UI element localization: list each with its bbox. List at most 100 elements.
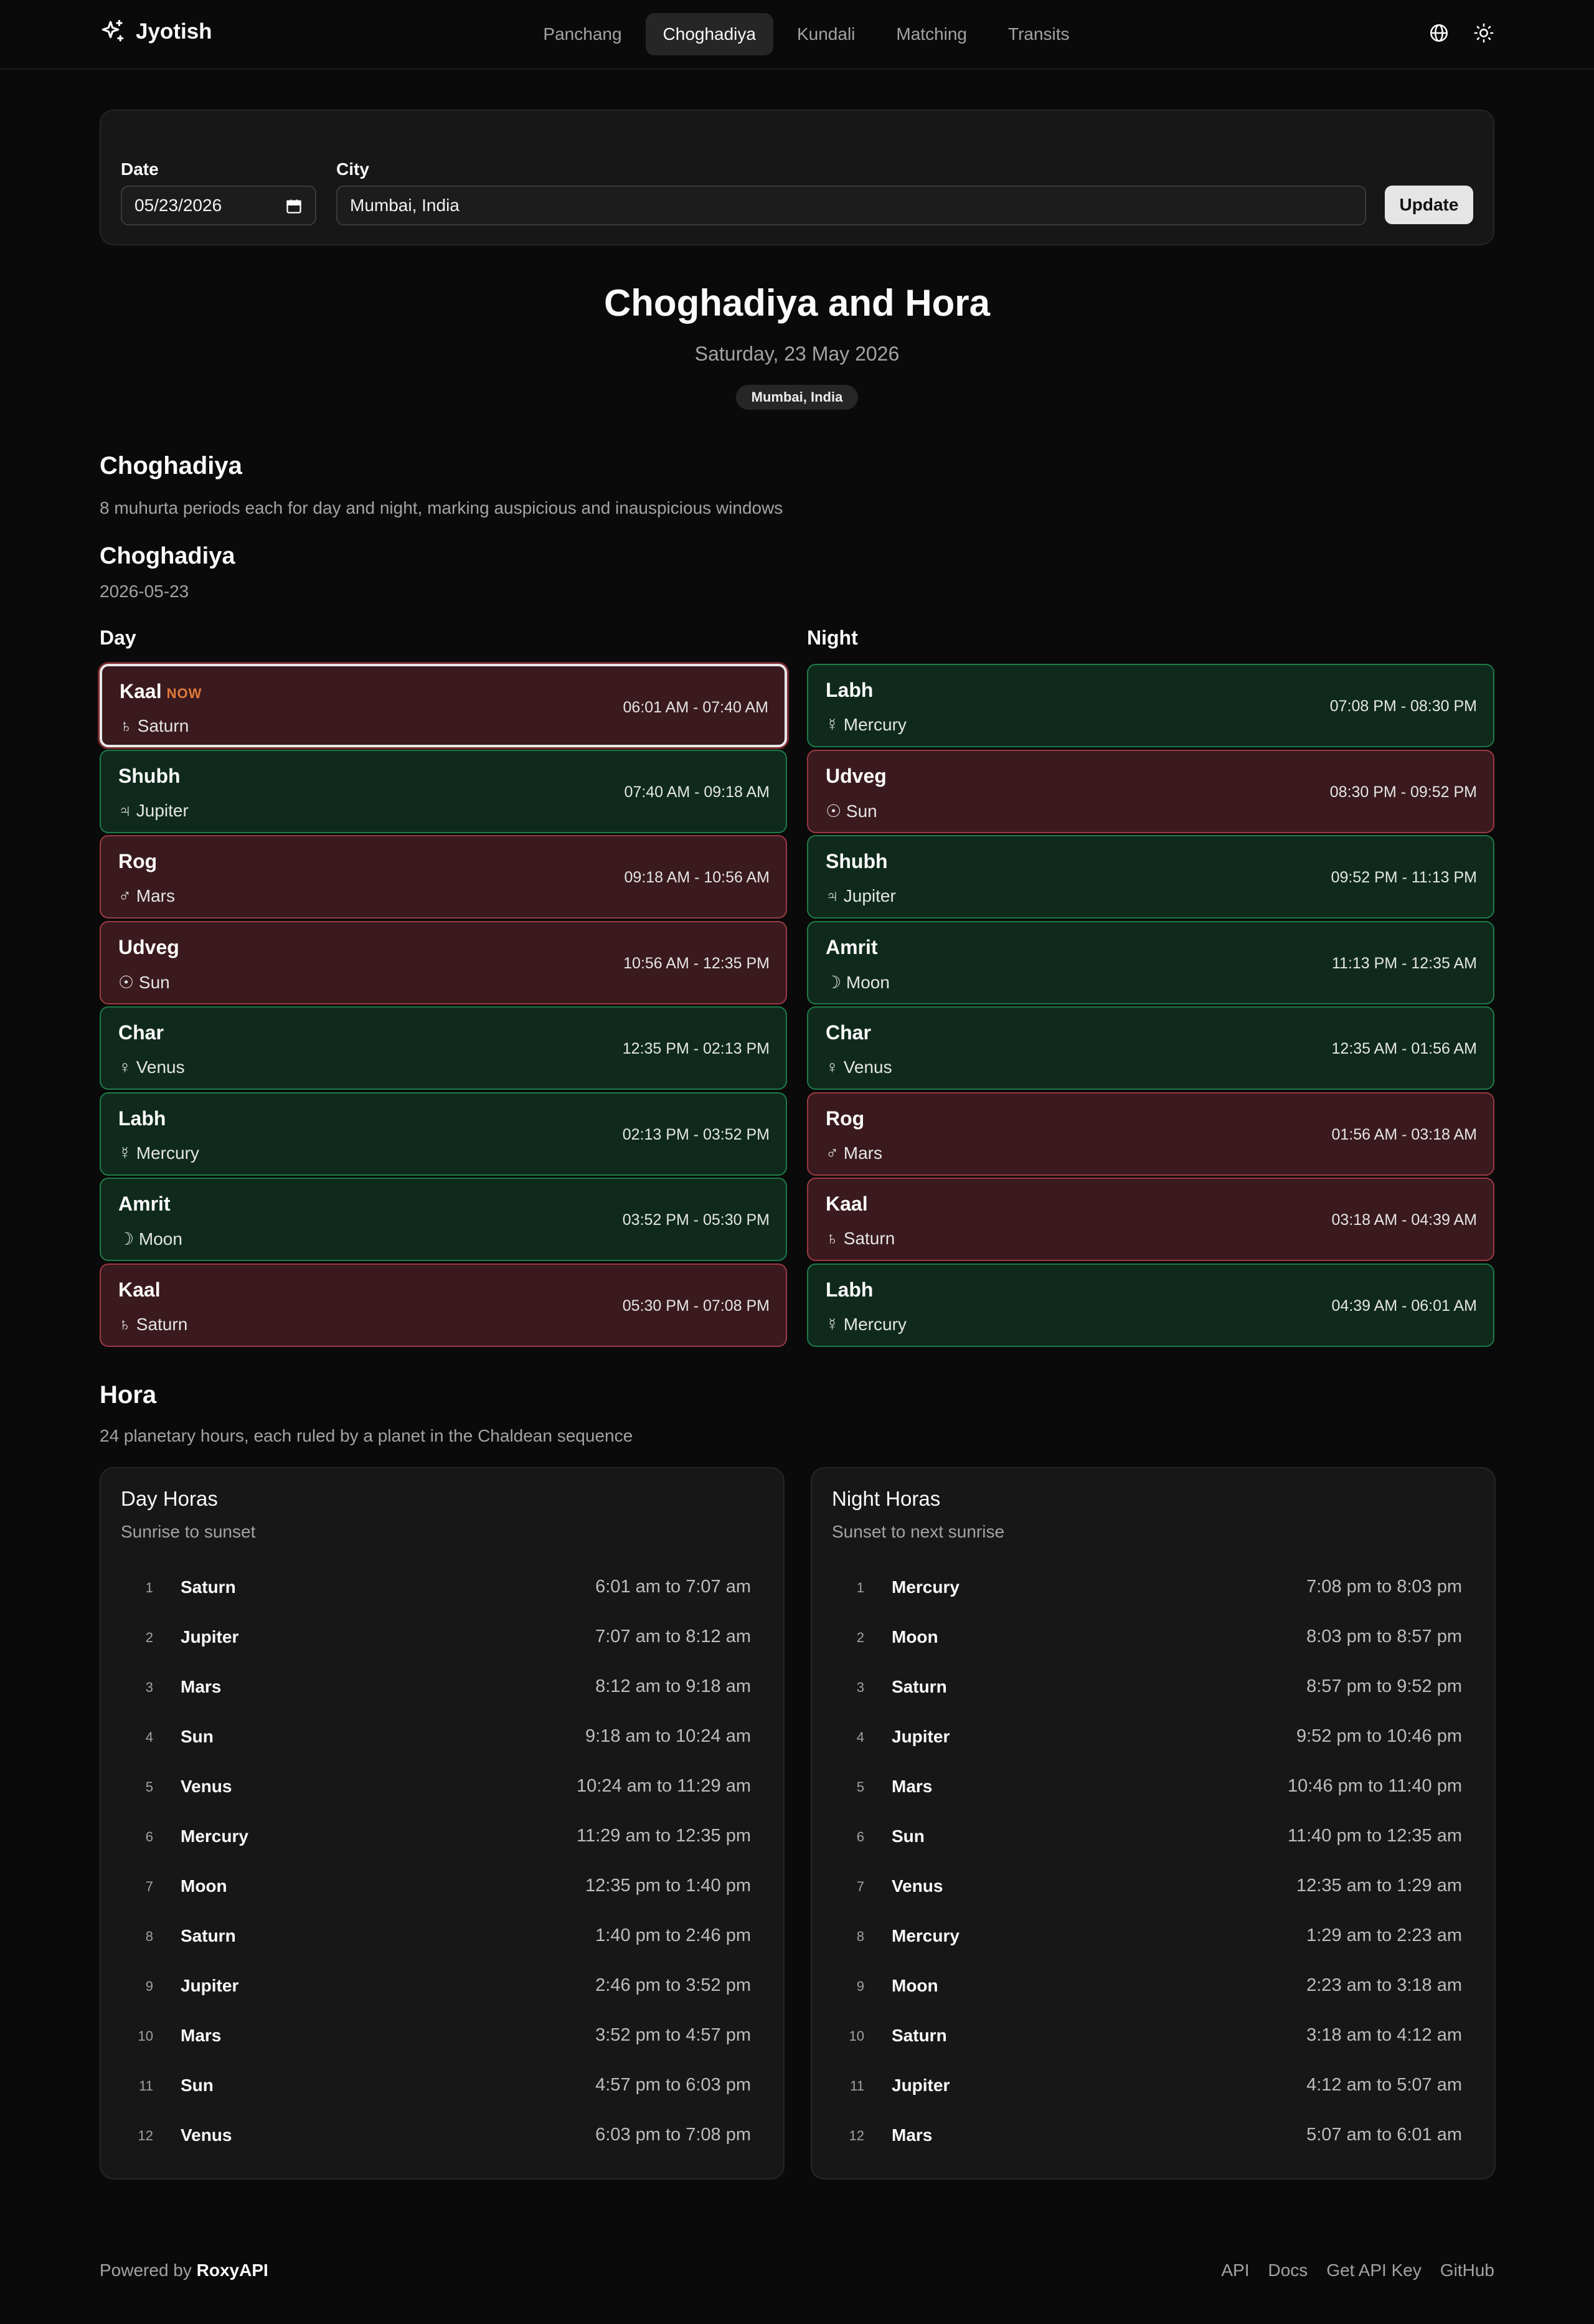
date-value: 05/23/2026 (134, 196, 222, 215)
update-button[interactable]: Update (1385, 186, 1473, 224)
hora-planet: Jupiter (892, 2076, 950, 2095)
hora-row: 1 Mercury 7:08 pm to 8:03 pm (832, 1575, 1462, 1600)
hora-number: 5 (145, 1779, 153, 1795)
page-date: Saturday, 23 May 2026 (694, 342, 900, 365)
planet-symbol-icon: ♂ (118, 886, 131, 905)
hora-number: 2 (856, 1630, 864, 1645)
period-name: Labh (826, 1278, 873, 1301)
hora-time: 10:24 am to 11:29 am (577, 1776, 751, 1796)
hora-number: 7 (145, 1879, 153, 1894)
hora-number: 3 (856, 1679, 864, 1695)
period-time: 02:13 PM - 03:52 PM (622, 1125, 770, 1143)
hora-row: 2 Jupiter 7:07 am to 8:12 am (121, 1625, 751, 1650)
hora-planet: Venus (181, 2125, 232, 2145)
choghadiya-card[interactable]: Kaal NOW ♄ Saturn 06:01 AM - 07:40 AM (100, 664, 787, 747)
hora-row: 7 Venus 12:35 am to 1:29 am (832, 1874, 1462, 1899)
hora-number: 4 (856, 1729, 864, 1745)
footer-link-docs[interactable]: Docs (1268, 2260, 1308, 2280)
city-input[interactable]: Mumbai, India (336, 186, 1366, 225)
hora-number: 6 (145, 1829, 153, 1845)
calendar-icon[interactable] (285, 197, 303, 215)
choghadiya-card[interactable]: Labh ☿ Mercury 04:39 AM - 06:01 AM (807, 1263, 1494, 1347)
hora-number: 6 (856, 1829, 864, 1845)
roxyapi-link[interactable]: RoxyAPI (197, 2260, 268, 2280)
hora-time: 8:57 pm to 9:52 pm (1306, 1676, 1462, 1696)
footer-link-api[interactable]: API (1221, 2260, 1249, 2280)
hora-row: 5 Mars 10:46 pm to 11:40 pm (832, 1774, 1462, 1799)
hora-row: 7 Moon 12:35 pm to 1:40 pm (121, 1874, 751, 1899)
choghadiya-card[interactable]: Kaal ♄ Saturn 05:30 PM - 07:08 PM (100, 1263, 787, 1347)
period-name: Labh (118, 1107, 166, 1130)
hora-time: 8:03 pm to 8:57 pm (1306, 1627, 1462, 1646)
choghadiya-card[interactable]: Char ♀ Venus 12:35 AM - 01:56 AM (807, 1006, 1494, 1090)
hora-row: 6 Sun 11:40 pm to 12:35 am (832, 1824, 1462, 1849)
planet-symbol-icon: ♀ (826, 1057, 839, 1077)
choghadiya-card[interactable]: Rog ♂ Mars 09:18 AM - 10:56 AM (100, 835, 787, 919)
choghadiya-card[interactable]: Kaal ♄ Saturn 03:18 AM - 04:39 AM (807, 1178, 1494, 1261)
hora-number: 9 (145, 1978, 153, 1994)
period-name: Rog (118, 850, 157, 873)
hora-number: 8 (856, 1929, 864, 1944)
hora-time: 4:57 pm to 6:03 pm (595, 2075, 751, 2095)
choghadiya-card[interactable]: Rog ♂ Mars 01:56 AM - 03:18 AM (807, 1092, 1494, 1176)
period-name-text: Labh (826, 679, 874, 701)
powered-by-prefix: Powered by (100, 2260, 192, 2280)
choghadiya-card[interactable]: Char ♀ Venus 12:35 PM - 02:13 PM (100, 1006, 787, 1090)
hora-planet: Jupiter (892, 1727, 950, 1746)
night-horas-card: Night Horas Sunset to next sunrise 1 Merc… (811, 1467, 1496, 2180)
choghadiya-card[interactable]: Shubh ♃ Jupiter 07:40 AM - 09:18 AM (100, 749, 787, 833)
hora-number: 1 (856, 1580, 864, 1595)
choghadiya-heading: Choghadiya (100, 452, 242, 479)
day-horas-title: Day Horas (121, 1487, 218, 1510)
period-planet: ♄ Saturn (118, 1315, 187, 1334)
city-label: City (336, 159, 369, 179)
date-label: Date (121, 159, 159, 179)
planet-name: Mercury (136, 1143, 199, 1163)
period-planet: ☿ Mercury (118, 1143, 199, 1163)
period-name: Kaal (118, 1278, 161, 1301)
choghadiya-card[interactable]: Udveg ☉ Sun 08:30 PM - 09:52 PM (807, 749, 1494, 833)
nav-choghadiya[interactable]: Choghadiya (645, 13, 773, 55)
hora-time: 7:08 pm to 8:03 pm (1306, 1577, 1462, 1597)
hora-planet: Moon (892, 1627, 938, 1646)
hora-row: 1 Saturn 6:01 am to 7:07 am (121, 1575, 751, 1600)
choghadiya-card[interactable]: Udveg ☉ Sun 10:56 AM - 12:35 PM (100, 920, 787, 1004)
nav-kundali[interactable]: Kundali (780, 13, 872, 55)
choghadiya-subheading: Choghadiya (100, 543, 235, 569)
period-name: Amrit (826, 936, 878, 959)
hora-planet: Sun (181, 1727, 214, 1746)
hora-row: 11 Sun 4:57 pm to 6:03 pm (121, 2073, 751, 2098)
date-input[interactable]: 05/23/2026 (121, 186, 316, 225)
hora-number: 7 (856, 1879, 864, 1894)
hora-time: 2:46 pm to 3:52 pm (595, 1975, 751, 1995)
nav-matching[interactable]: Matching (879, 13, 984, 55)
choghadiya-card[interactable]: Amrit ☽ Moon 11:13 PM - 12:35 AM (807, 920, 1494, 1004)
hora-time: 10:46 pm to 11:40 pm (1288, 1776, 1462, 1796)
choghadiya-card[interactable]: Labh ☿ Mercury 02:13 PM - 03:52 PM (100, 1092, 787, 1176)
choghadiya-card[interactable]: Amrit ☽ Moon 03:52 PM - 05:30 PM (100, 1178, 787, 1261)
hora-number: 10 (849, 2028, 864, 2044)
night-horas-title: Night Horas (832, 1487, 941, 1510)
period-planet: ☉ Sun (118, 972, 170, 993)
planet-name: Venus (136, 1057, 185, 1077)
choghadiya-card[interactable]: Shubh ♃ Jupiter 09:52 PM - 11:13 PM (807, 835, 1494, 919)
sun-icon[interactable] (1473, 22, 1494, 44)
hora-row: 4 Jupiter 9:52 pm to 10:46 pm (832, 1724, 1462, 1749)
planet-name: Saturn (843, 1229, 895, 1248)
footer-link-get-api-key[interactable]: Get API Key (1326, 2260, 1422, 2280)
globe-icon[interactable] (1428, 22, 1450, 44)
period-time: 08:30 PM - 09:52 PM (1329, 783, 1477, 801)
planet-symbol-icon: ☿ (118, 1143, 131, 1163)
hora-time: 5:07 am to 6:01 am (1306, 2125, 1462, 2145)
planet-name: Mercury (843, 1314, 907, 1334)
footer-link-github[interactable]: GitHub (1440, 2260, 1494, 2280)
hora-number: 1 (145, 1580, 153, 1595)
powered-by: Powered by RoxyAPI (100, 2260, 268, 2280)
planet-symbol-icon: ☿ (826, 1314, 839, 1334)
hora-heading: Hora (100, 1381, 157, 1409)
nav-transits[interactable]: Transits (991, 13, 1087, 55)
hora-number: 4 (145, 1729, 153, 1745)
hora-row: 6 Mercury 11:29 am to 12:35 pm (121, 1824, 751, 1849)
nav-panchang[interactable]: Panchang (526, 13, 639, 55)
choghadiya-card[interactable]: Labh ☿ Mercury 07:08 PM - 08:30 PM (807, 664, 1494, 747)
